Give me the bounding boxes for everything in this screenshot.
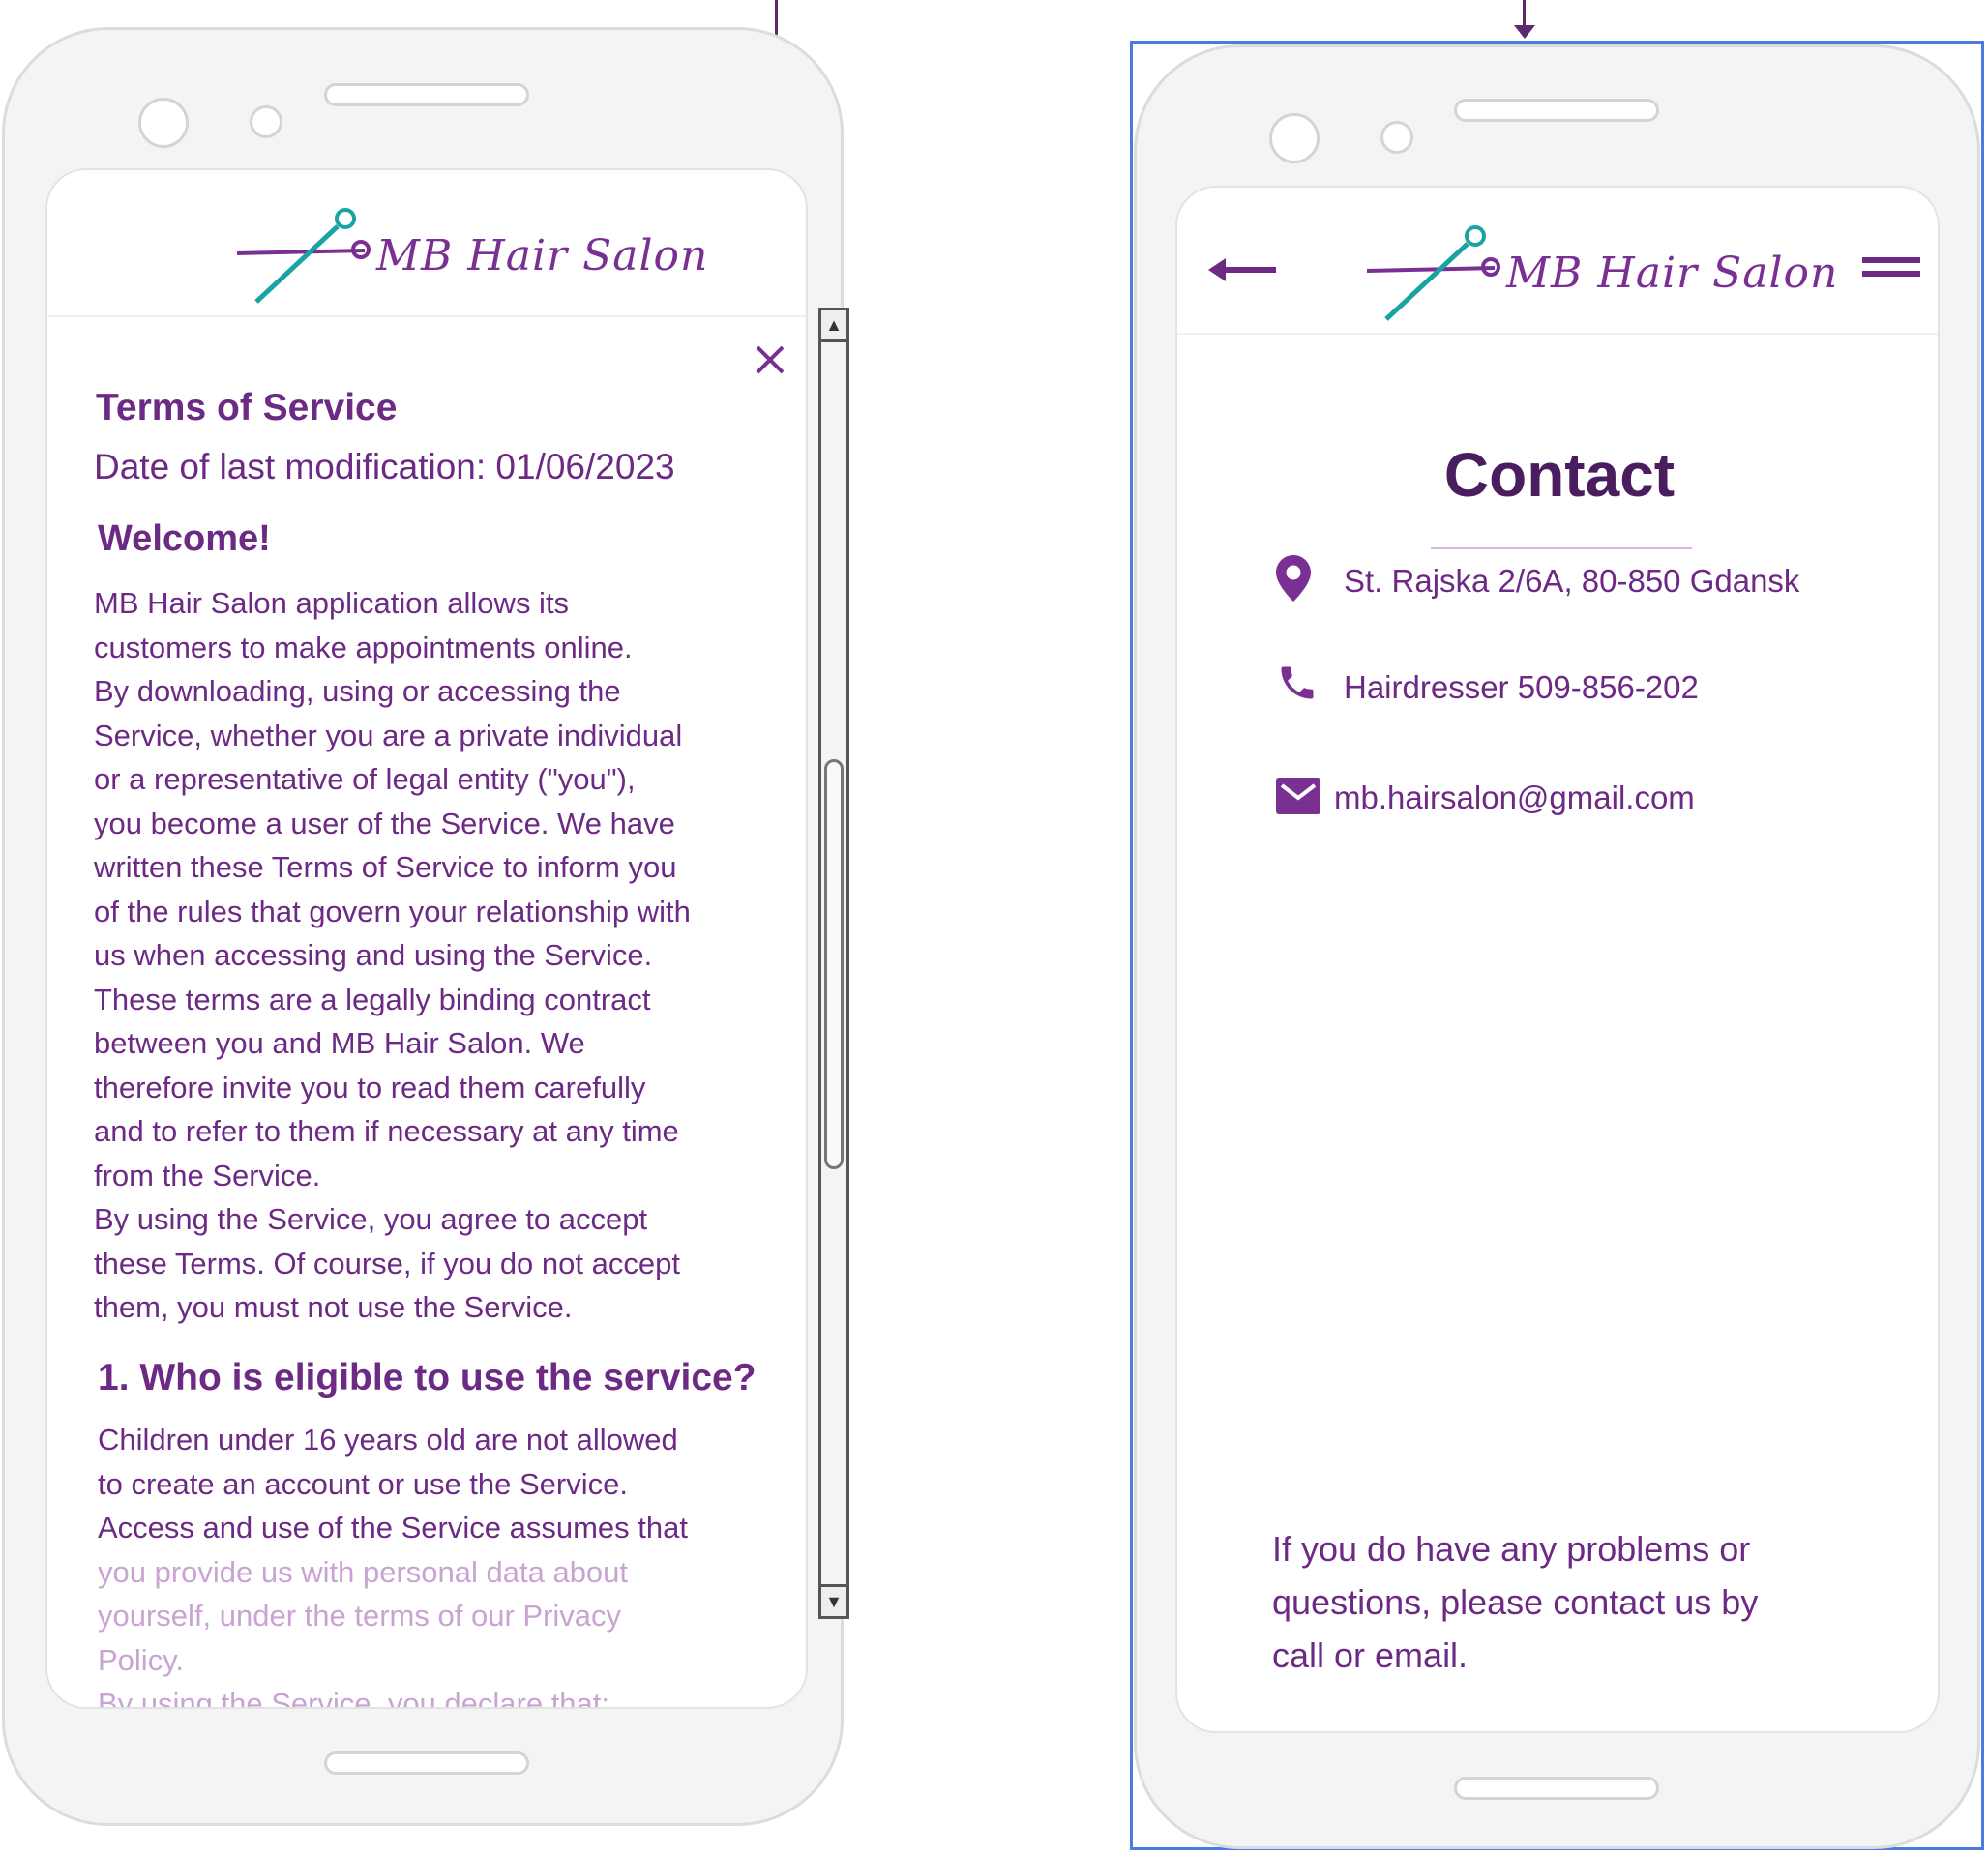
- section-1-body: Children under 16 years old are not allo…: [98, 1418, 794, 1709]
- terms-line: therefore invite you to read them carefu…: [94, 1070, 646, 1104]
- terms-line-faded: By using the Service, you declare that:: [98, 1687, 610, 1709]
- menu-icon[interactable]: [1862, 255, 1920, 280]
- terms-line: and to refer to them if necessary at any…: [94, 1114, 679, 1148]
- contact-title: Contact: [1443, 440, 1676, 510]
- logo-text: MB Hair Salon: [376, 230, 709, 280]
- footer-line: questions, please contact us by: [1272, 1582, 1759, 1622]
- terms-line: to create an account or use the Service.: [98, 1466, 628, 1501]
- front-camera: [1269, 113, 1320, 163]
- front-sensor: [1380, 121, 1413, 154]
- scroll-up-button[interactable]: ▲: [821, 310, 846, 342]
- terms-line: from the Service.: [94, 1158, 321, 1192]
- phone-number[interactable]: Hairdresser 509-856-202: [1344, 669, 1699, 706]
- phone-icon[interactable]: [1276, 662, 1319, 704]
- app-header: MB Hair Salon: [1177, 188, 1938, 335]
- logo-text: MB Hair Salon: [1506, 248, 1839, 298]
- terms-line: them, you must not use the Service.: [94, 1290, 573, 1324]
- terms-body: MB Hair Salon application allows its cus…: [94, 581, 790, 1330]
- welcome-heading: Welcome!: [98, 518, 271, 559]
- back-arrow-icon[interactable]: [1208, 255, 1278, 284]
- scissors-icon: [237, 208, 371, 304]
- terms-line-faded: you provide us with personal data about: [98, 1554, 629, 1589]
- home-bar: [324, 1751, 529, 1775]
- last-modified-date: Date of last modification: 01/06/2023: [94, 447, 675, 486]
- terms-line: these Terms. Of course, if you do not ac…: [94, 1246, 680, 1280]
- terms-line: between you and MB Hair Salon. We: [94, 1026, 585, 1060]
- front-sensor: [250, 105, 282, 138]
- terms-line: Access and use of the Service assumes th…: [98, 1511, 688, 1545]
- scissors-icon: [1367, 225, 1500, 321]
- terms-line: us when accessing and using the Service.: [94, 938, 653, 972]
- terms-screen: MB Hair Salon Terms of Service Date of l…: [45, 168, 808, 1709]
- section-1-heading: 1. Who is eligible to use the service?: [98, 1357, 757, 1398]
- terms-line: Children under 16 years old are not allo…: [98, 1423, 678, 1457]
- terms-line: These terms are a legally binding contra…: [94, 982, 651, 1016]
- footer-line: call or email.: [1272, 1635, 1469, 1675]
- earpiece-speaker: [1454, 99, 1659, 122]
- close-icon[interactable]: [755, 344, 786, 375]
- contact-footer-text: If you do have any problems or questions…: [1272, 1522, 1911, 1682]
- terms-line: or a representative of legal entity ("yo…: [94, 762, 636, 796]
- terms-line: Service, whether you are a private indiv…: [94, 718, 683, 752]
- scrollbar-thumb[interactable]: [824, 759, 844, 1169]
- phone-frame-terms: MB Hair Salon Terms of Service Date of l…: [2, 27, 844, 1826]
- terms-line: By downloading, using or accessing the: [94, 674, 621, 708]
- terms-line: of the rules that govern your relationsh…: [94, 894, 691, 928]
- home-bar: [1454, 1777, 1659, 1800]
- terms-line: customers to make appointments online.: [94, 630, 633, 664]
- terms-line: you become a user of the Service. We hav…: [94, 806, 675, 840]
- title-divider: [1431, 547, 1692, 549]
- salon-logo: MB Hair Salon: [237, 207, 708, 304]
- footer-line: If you do have any problems or: [1272, 1529, 1751, 1569]
- terms-line-faded: yourself, under the terms of our Privacy: [98, 1599, 622, 1633]
- address-text: St. Rajska 2/6A, 80-850 Gdansk: [1344, 563, 1800, 599]
- scroll-down-button[interactable]: ▼: [821, 1584, 846, 1616]
- terms-line: written these Terms of Service to inform…: [94, 850, 677, 884]
- app-header: MB Hair Salon: [47, 170, 806, 317]
- salon-logo: MB Hair Salon: [1367, 224, 1838, 321]
- terms-line-faded: Policy.: [98, 1642, 185, 1677]
- terms-line: By using the Service, you agree to accep…: [94, 1202, 648, 1236]
- terms-scrollbar[interactable]: ▲ ▼: [818, 308, 849, 1619]
- front-camera: [138, 98, 189, 148]
- earpiece-speaker: [324, 83, 529, 106]
- terms-line: MB Hair Salon application allows its: [94, 586, 570, 620]
- terms-title: Terms of Service: [96, 387, 398, 428]
- phone-frame-contact: MB Hair Salon Contact St. Rajska 2/6A, 8…: [1134, 44, 1980, 1849]
- contact-screen: MB Hair Salon Contact St. Rajska 2/6A, 8…: [1175, 186, 1940, 1733]
- location-pin-icon: [1276, 555, 1311, 602]
- mail-icon[interactable]: [1276, 778, 1320, 814]
- connector-arrowhead: [1514, 25, 1535, 39]
- email-address[interactable]: mb.hairsalon@gmail.com: [1334, 780, 1695, 816]
